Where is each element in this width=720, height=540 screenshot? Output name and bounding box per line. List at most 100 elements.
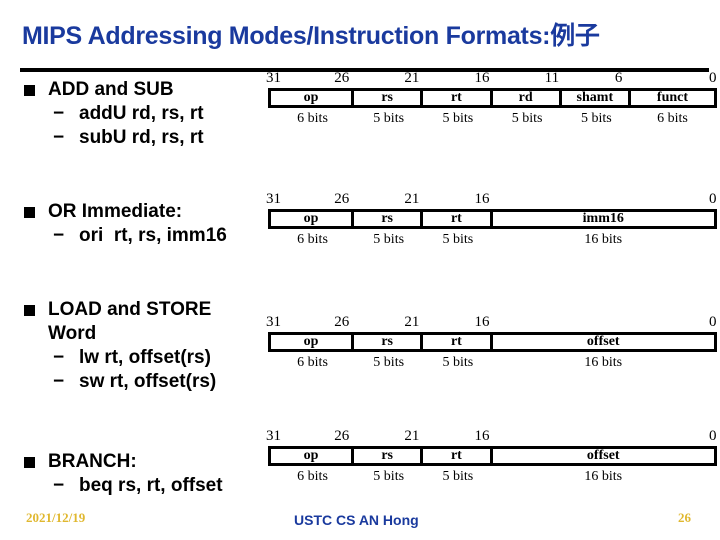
bit-position-labels: 31 26 21 16 0	[264, 191, 717, 207]
bit-number: 16	[474, 314, 490, 330]
field-rt: rt	[423, 91, 493, 105]
field-op: op	[271, 212, 355, 226]
field-imm16: imm16	[582, 211, 624, 226]
bit-number: 31	[266, 191, 281, 207]
field-width-label: 5 bits	[373, 111, 405, 126]
bit-number: 21	[404, 191, 420, 207]
bullet-load-store: LOAD and STORE Word − lw rt, offset(rs) …	[24, 298, 216, 394]
field-rs: rs	[354, 91, 424, 105]
bit-position-labels: 31 26 21 16 0	[264, 428, 717, 444]
field-width-label: 5 bits	[442, 232, 474, 247]
dash-icon: −	[53, 371, 65, 392]
slide-title: MIPS Addressing Modes/Instruction Format…	[22, 22, 600, 50]
field-rt: rt	[423, 335, 493, 349]
bullet-square-icon	[24, 457, 35, 468]
bullet-heading-cont: Word	[48, 323, 97, 344]
bullet-branch: BRANCH: − beq rs, rt, offset	[24, 450, 223, 498]
bullet-square-icon	[24, 207, 35, 218]
field-width-label: 6 bits	[657, 111, 688, 126]
bit-position-labels: 31 26 21 16 0	[264, 314, 717, 330]
dash-icon: −	[53, 347, 65, 368]
bit-number: 0	[709, 191, 717, 207]
bullet-item: ori rt, rs, imm16	[79, 225, 227, 246]
instruction-fields: op rs rt imm16	[268, 209, 717, 229]
field-width-label: 5 bits	[442, 355, 474, 370]
field-rs: rs	[354, 212, 424, 226]
field-widths: 6 bits 5 bits 5 bits 5 bits 5 bits 6 bits	[264, 111, 716, 129]
bit-number: 0	[709, 70, 717, 86]
bit-number: 11	[544, 70, 560, 86]
bit-number: 31	[266, 428, 281, 444]
field-width-label: 5 bits	[373, 469, 405, 484]
bit-number: 21	[404, 314, 420, 330]
field-op: op	[271, 91, 355, 105]
field-width-label: 5 bits	[580, 111, 612, 126]
field-rs: rs	[354, 335, 424, 349]
r-type-format: 31 26 21 16 11 6 0 op rs rt rd shamt funct 6 bits 5 bi…	[264, 70, 717, 129]
field-width-label: 5 bits	[511, 111, 543, 126]
bit-number: 21	[404, 70, 420, 86]
field-width-label: 6 bits	[297, 111, 328, 126]
bullet-item: lw rt, offset(rs)	[79, 347, 211, 368]
field-width-label: 16 bits	[584, 355, 623, 370]
field-rd: rd	[493, 91, 562, 105]
footer-author: USTC CS AN Hong	[294, 512, 419, 528]
i-type-branch-format: 31 26 21 16 0 op rs rt offset 6 bits 5 bits 5 bits 1…	[264, 428, 717, 487]
bit-number: 21	[404, 428, 420, 444]
bit-number: 26	[334, 314, 350, 330]
field-rt: rt	[423, 212, 493, 226]
footer-date: 2021/12/19	[26, 510, 86, 525]
page-number: 26	[678, 510, 691, 525]
bullet-item: beq rs, rt, offset	[79, 475, 223, 496]
bit-number: 6	[614, 70, 623, 86]
field-op: op	[271, 335, 355, 349]
bullet-heading: BRANCH:	[48, 451, 137, 472]
i-type-ori-format: 31 26 21 16 0 op rs rt imm16 6 bits 5 bits 5 bits 16…	[264, 191, 717, 250]
field-funct: funct	[656, 90, 689, 105]
field-widths: 6 bits 5 bits 5 bits 16 bits	[264, 355, 716, 373]
field-width-label: 5 bits	[442, 111, 474, 126]
field-width-label: 6 bits	[297, 355, 328, 370]
field-width-label: 16 bits	[584, 469, 623, 484]
bullet-heading: OR Immediate:	[48, 201, 183, 222]
bit-number: 26	[334, 428, 350, 444]
bullet-add-sub: ADD and SUB − addU rd, rs, rt − subU rd,…	[24, 78, 204, 150]
bit-number: 26	[334, 191, 350, 207]
field-offset: offset	[586, 448, 620, 463]
bit-number: 16	[474, 70, 490, 86]
field-widths: 6 bits 5 bits 5 bits 16 bits	[264, 232, 716, 250]
bit-number: 16	[474, 428, 490, 444]
bullet-or-immediate: OR Immediate: − ori rt, rs, imm16	[24, 200, 227, 248]
field-op: op	[271, 449, 355, 463]
instruction-fields: op rs rt offset	[268, 446, 717, 466]
bit-position-labels: 31 26 21 16 11 6 0	[264, 70, 717, 86]
bullet-heading: ADD and SUB	[48, 79, 174, 100]
bit-number: 0	[709, 314, 717, 330]
bullet-square-icon	[24, 305, 35, 316]
i-type-load-store-format: 31 26 21 16 0 op rs rt offset 6 bits 5 bits 5 bits 1…	[264, 314, 717, 373]
bullet-square-icon	[24, 85, 35, 96]
field-shamt: shamt	[562, 91, 631, 105]
field-width-label: 6 bits	[297, 232, 328, 247]
field-width-label: 5 bits	[373, 232, 405, 247]
bullet-heading: LOAD and STORE	[48, 299, 212, 320]
bullet-item: sw rt, offset(rs)	[79, 371, 217, 392]
field-rs: rs	[354, 449, 424, 463]
field-rt: rt	[423, 449, 493, 463]
dash-icon: −	[53, 103, 65, 124]
field-width-label: 16 bits	[584, 232, 623, 247]
instruction-fields: op rs rt offset	[268, 332, 717, 352]
field-width-label: 5 bits	[442, 469, 474, 484]
field-width-label: 6 bits	[297, 469, 328, 484]
field-offset: offset	[586, 334, 620, 349]
bit-number: 26	[334, 70, 350, 86]
dash-icon: −	[53, 475, 65, 496]
dash-icon: −	[53, 225, 65, 246]
bit-number: 16	[474, 191, 490, 207]
bit-number: 0	[709, 428, 717, 444]
dash-icon: −	[53, 127, 65, 148]
field-widths: 6 bits 5 bits 5 bits 16 bits	[264, 469, 716, 487]
bullet-item: subU rd, rs, rt	[79, 127, 204, 148]
bit-number: 31	[266, 70, 281, 86]
instruction-fields: op rs rt rd shamt funct	[268, 88, 717, 108]
